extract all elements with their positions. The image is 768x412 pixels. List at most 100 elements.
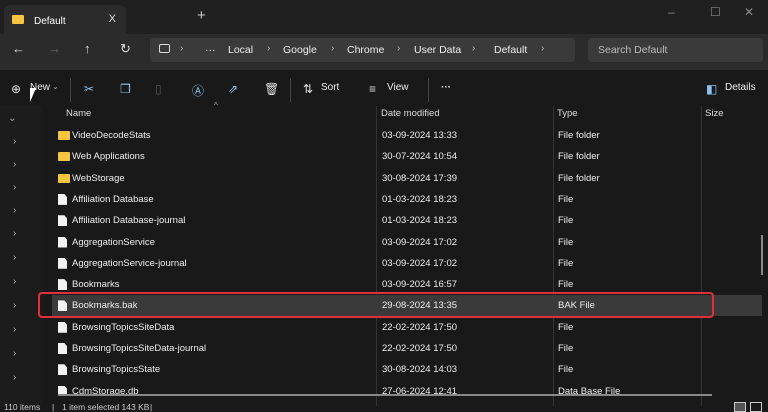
file-row[interactable]: AggregationService-journal 03-09-2024 17… [52,253,762,274]
file-name: BrowsingTopicsState [72,364,161,376]
file-type: File [558,215,574,227]
selection-info: 1 item selected 143 KB [62,402,150,412]
search-input[interactable]: Search Default [588,38,763,62]
breadcrumb[interactable]: › ··· Local › Google › Chrome › User Dat… [150,38,575,62]
sort-icon: ⇅ [303,82,314,96]
status-bar: 110 items | 1 item selected 143 KB | [0,402,768,412]
file-type: File [558,321,574,333]
chevron-down-icon: ⌄ [52,82,59,91]
file-row[interactable]: Affiliation Database-journal 01-03-2024 … [52,210,762,231]
file-date: 01-03-2024 18:23 [382,215,458,227]
command-bar [0,70,768,106]
file-name: AggregationService-journal [72,257,187,269]
file-date: 30-08-2024 14:03 [382,364,458,376]
sort-button[interactable]: Sort [321,82,339,93]
paste-icon[interactable]: ▯ [155,82,162,96]
breadcrumb-user-data[interactable]: User Data [414,44,461,56]
file-name: BrowsingTopicsSiteData-journal [72,343,207,354]
cut-icon[interactable]: ✂ [84,82,94,96]
file-row[interactable]: VideoDecodeStats 03-09-2024 13:33 File f… [52,125,762,146]
column-header-name[interactable]: Name [66,108,91,119]
details-view-button[interactable] [734,402,746,412]
maximize-button[interactable]: ☐ [710,5,721,19]
file-row[interactable]: AggregationService 03-09-2024 17:02 File [52,232,762,253]
navigation-pane[interactable]: ⌄ › › › › › › › › › › › [0,106,42,406]
rename-icon[interactable]: Ⓐ [192,82,204,99]
folder-icon [12,15,24,24]
chevron-down-icon[interactable]: ⌄ [8,113,16,124]
expand-chevron-icon[interactable]: › [13,300,16,311]
item-count: 110 items [4,402,41,412]
file-icon [58,236,67,248]
file-name: WebStorage [72,172,125,184]
expand-chevron-icon[interactable]: › [13,324,16,335]
close-tab-button[interactable]: X [109,13,116,25]
details-pane-icon: ◧ [706,82,718,96]
breadcrumb-default[interactable]: Default [494,44,527,56]
horizontal-scrollbar[interactable] [58,394,712,396]
file-date: 22-02-2024 17:50 [382,343,458,354]
copy-icon[interactable]: ❐ [120,82,131,96]
file-icon [58,257,67,269]
expand-chevron-icon[interactable]: › [13,252,16,263]
expand-chevron-icon[interactable]: › [13,348,16,359]
file-name: Affiliation Database-journal [72,215,186,227]
file-name: AggregationService [72,236,155,248]
file-row[interactable]: BrowsingTopicsSiteData 22-02-2024 17:50 … [52,317,762,338]
expand-chevron-icon[interactable]: › [13,276,16,287]
expand-chevron-icon[interactable]: › [13,182,16,193]
vertical-scrollbar[interactable] [761,235,763,275]
column-header-type[interactable]: Type [557,108,578,119]
breadcrumb-ellipsis[interactable]: ··· [205,44,216,56]
breadcrumb-google[interactable]: Google [283,44,317,56]
folder-icon [58,131,70,140]
tiles-view-button[interactable] [750,402,762,412]
expand-chevron-icon[interactable]: › [13,372,16,383]
file-date: 03-09-2024 17:02 [382,257,458,269]
divider [290,78,291,102]
mouse-cursor [30,88,36,102]
this-pc-icon [159,44,170,53]
view-icon: ≡ [369,82,377,96]
file-date: 03-09-2024 13:33 [382,130,458,141]
tab-default[interactable]: Default X [4,5,126,34]
expand-chevron-icon[interactable]: › [13,228,16,239]
file-row[interactable]: Web Applications 30-07-2024 10:54 File f… [52,146,762,167]
new-tab-button[interactable]: + [197,7,206,24]
up-button[interactable]: ↑ [84,41,91,56]
file-type: File [558,193,574,205]
sort-ascending-icon: ^ [214,101,218,110]
column-header-date[interactable]: Date modified [381,108,440,119]
file-type: File [558,343,574,354]
details-button[interactable]: Details [725,82,756,93]
expand-chevron-icon[interactable]: › [13,136,16,147]
refresh-button[interactable]: ↻ [120,41,131,57]
back-button[interactable]: ← [12,41,25,56]
expand-chevron-icon[interactable]: › [13,205,16,216]
file-date: 03-09-2024 16:57 [382,279,458,291]
file-icon [58,364,67,376]
forward-button[interactable]: → [48,41,61,56]
close-window-button[interactable]: ✕ [744,5,754,19]
file-date: 01-03-2024 18:23 [382,193,458,205]
divider [428,78,429,102]
more-options-button[interactable]: ··· [441,82,451,93]
delete-icon[interactable]: 🗑 [264,82,279,96]
file-row[interactable]: WebStorage 30-08-2024 17:39 File folder [52,168,762,189]
file-row[interactable]: BrowsingTopicsState 30-08-2024 14:03 Fil… [52,359,762,380]
view-button[interactable]: View [387,82,409,93]
breadcrumb-local[interactable]: Local [228,44,253,56]
breadcrumb-chrome[interactable]: Chrome [347,44,384,56]
share-icon[interactable]: ⇗ [228,82,238,96]
file-row[interactable]: CdmStorage.db 27-06-2024 12:41 Data Base… [52,381,762,395]
file-icon [58,279,67,291]
column-header-size[interactable]: Size [705,108,723,119]
minimize-button[interactable]: – [668,5,675,19]
file-row[interactable]: Affiliation Database 01-03-2024 18:23 Fi… [52,189,762,210]
file-row[interactable]: BrowsingTopicsSiteData-journal 22-02-202… [52,338,762,359]
divider [70,78,71,102]
file-type: File [558,279,574,291]
expand-chevron-icon[interactable]: › [13,159,16,170]
file-name: Web Applications [72,151,145,163]
file-icon [58,193,67,205]
